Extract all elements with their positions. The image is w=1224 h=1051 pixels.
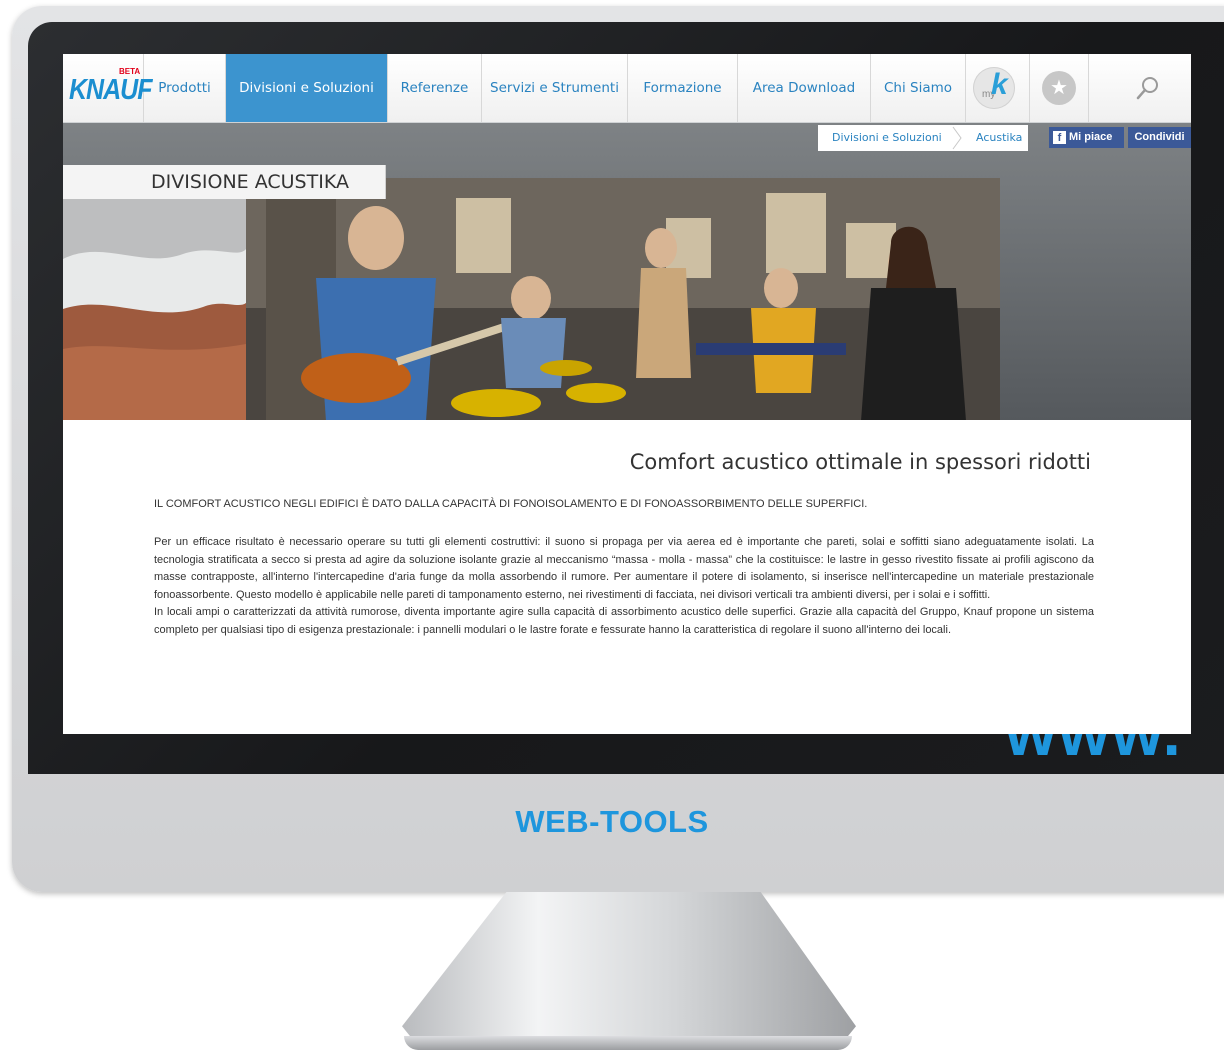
main-content: Comfort acustico ottimale in spessori ri… bbox=[63, 420, 1191, 734]
logo-text: KNAUF bbox=[69, 73, 152, 107]
nav-item-prodotti[interactable]: Prodotti bbox=[144, 54, 226, 122]
nav-item-divisioni-e-soluzioni[interactable]: Divisioni e Soluzioni bbox=[226, 54, 388, 122]
body-text: Per un efficace risultato è necessario o… bbox=[154, 534, 1094, 639]
division-title: DIVISIONE ACUSTIKA bbox=[63, 165, 386, 199]
nav-item-area-download[interactable]: Area Download bbox=[738, 54, 871, 122]
favorites-button[interactable]: ★ bbox=[1029, 54, 1089, 122]
search-button[interactable] bbox=[1133, 74, 1163, 104]
share-button[interactable]: Condividi bbox=[1128, 127, 1191, 148]
body-paragraph-1: Per un efficace risultato è necessario o… bbox=[154, 536, 1094, 601]
monitor-stand bbox=[402, 892, 856, 1038]
hero-decorative-material bbox=[63, 199, 246, 420]
lead-text: IL COMFORT ACUSTICO NEGLI EDIFICI È DATO… bbox=[154, 498, 868, 510]
search-icon bbox=[1136, 77, 1158, 100]
breadcrumb-item-acustika[interactable]: Acustika bbox=[976, 131, 1022, 144]
monitor-stand-base bbox=[404, 1036, 852, 1050]
breadcrumb: Divisioni e Soluzioni Acustika bbox=[818, 125, 1028, 151]
like-label: Mi piace bbox=[1069, 131, 1113, 143]
nav-item-formazione[interactable]: Formazione bbox=[628, 54, 738, 122]
facebook-like-button[interactable]: f Mi piace bbox=[1049, 127, 1124, 148]
star-icon: ★ bbox=[1042, 71, 1076, 105]
hero-band-photo bbox=[246, 178, 1000, 421]
nav-item-referenze[interactable]: Referenze bbox=[388, 54, 482, 122]
nav-item-servizi-e-strumenti[interactable]: Servizi e Strumenti bbox=[482, 54, 628, 122]
nav-item-chi-siamo[interactable]: Chi Siamo bbox=[871, 54, 966, 122]
section-heading: Comfort acustico ottimale in spessori ri… bbox=[629, 450, 1091, 474]
knauf-logo[interactable]: BETA KNAUF bbox=[63, 54, 152, 122]
screen: BETA KNAUF Prodotti Divisioni e Soluzion… bbox=[63, 54, 1191, 734]
body-paragraph-2: In locali ampi o caratterizzati da attiv… bbox=[154, 606, 1094, 636]
breadcrumb-item-divisioni[interactable]: Divisioni e Soluzioni bbox=[832, 131, 942, 144]
monitor-chin-label: WEB-TOOLS bbox=[515, 804, 709, 839]
myk-k-label: k bbox=[991, 68, 1008, 101]
facebook-icon: f bbox=[1053, 131, 1066, 144]
top-navigation: BETA KNAUF Prodotti Divisioni e Soluzion… bbox=[63, 54, 1191, 123]
myk-button[interactable]: my k bbox=[973, 67, 1015, 109]
breadcrumb-separator-icon bbox=[952, 126, 962, 150]
